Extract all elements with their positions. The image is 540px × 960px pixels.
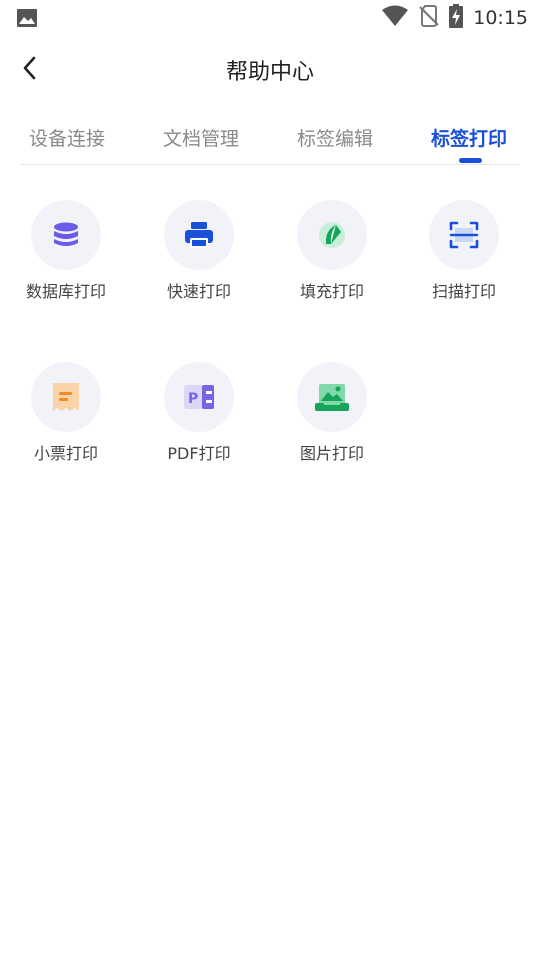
svg-text:P: P — [188, 391, 198, 407]
tab-device-connection[interactable]: 设备连接 — [29, 124, 105, 151]
battery-charging-icon — [449, 4, 464, 32]
no-sim-icon — [419, 5, 439, 31]
tab-label-editing[interactable]: 标签编辑 — [297, 124, 373, 151]
help-item-pdf-print[interactable]: P PDF打印 — [149, 362, 249, 464]
tab-label-printing[interactable]: 标签打印 — [431, 124, 507, 151]
help-item-label: 扫描打印 — [431, 282, 496, 301]
help-item-receipt-print[interactable]: 小票打印 — [16, 362, 116, 464]
header: 帮助中心 — [0, 40, 540, 96]
active-tab-indicator — [459, 158, 482, 163]
help-item-label: 图片打印 — [299, 444, 364, 463]
help-item-image-print[interactable]: 图片打印 — [282, 362, 382, 464]
page-title: 帮助中心 — [225, 60, 314, 85]
help-item-database-print[interactable]: 数据库打印 — [16, 200, 116, 302]
tab-bar: 设备连接 文档管理 标签编辑 标签打印 — [20, 116, 520, 165]
tab-document-management[interactable]: 文档管理 — [163, 124, 239, 151]
help-item-label: 快速打印 — [166, 282, 231, 301]
scan-icon — [449, 221, 479, 249]
help-item-quick-print[interactable]: 快速打印 — [149, 200, 249, 302]
help-item-label: 小票打印 — [33, 444, 98, 463]
printer-icon — [185, 222, 213, 248]
database-icon — [54, 222, 78, 246]
help-item-label: 填充打印 — [299, 282, 364, 301]
wifi-icon — [381, 5, 409, 31]
status-bar: 10:15 — [0, 0, 540, 36]
help-item-fill-print[interactable]: 填充打印 — [282, 200, 382, 302]
help-item-label: 数据库打印 — [25, 282, 106, 301]
receipt-icon — [53, 383, 79, 411]
image-icon — [16, 8, 38, 28]
clock: 10:15 — [473, 7, 528, 29]
help-item-scan-print[interactable]: 扫描打印 — [414, 200, 514, 302]
image-print-icon — [315, 384, 349, 411]
fill-icon — [319, 222, 345, 248]
help-item-label: PDF打印 — [167, 444, 231, 463]
pdf-icon: P — [184, 385, 214, 409]
